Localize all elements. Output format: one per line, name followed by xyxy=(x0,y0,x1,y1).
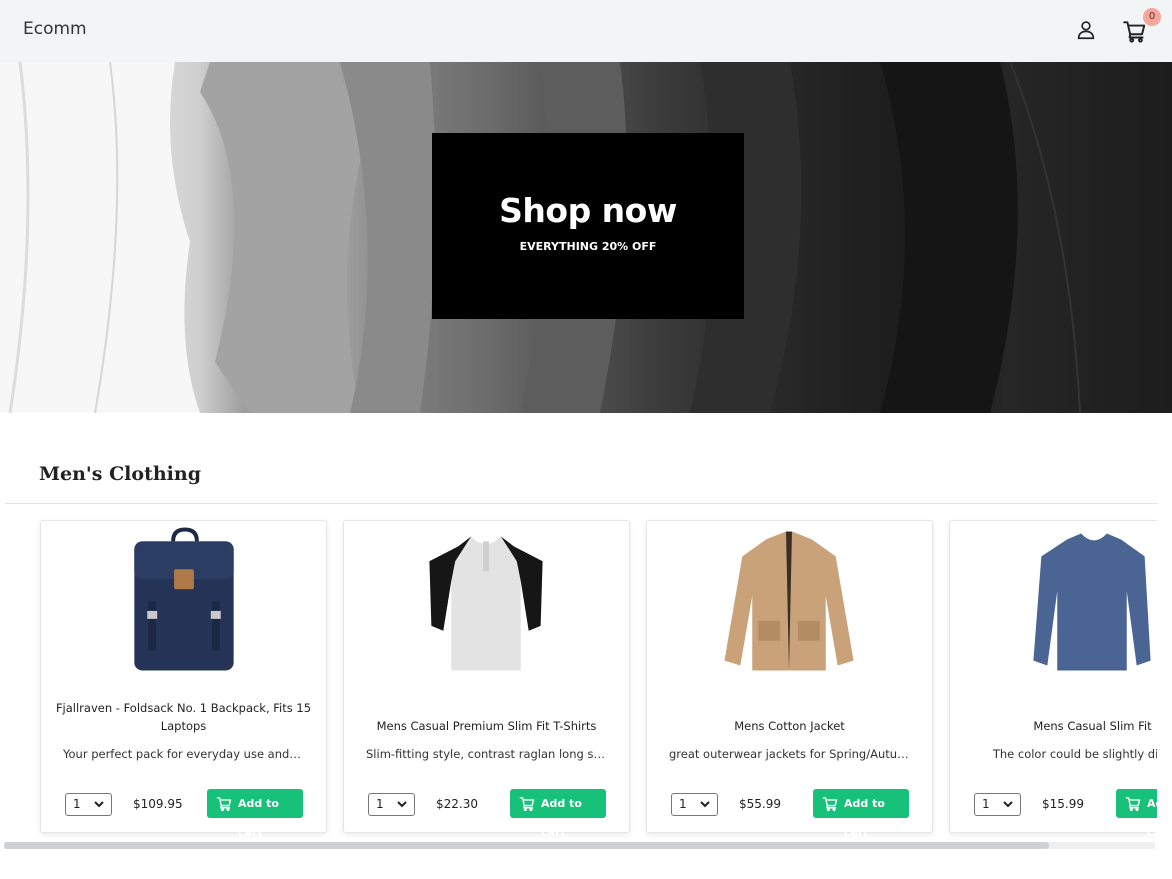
product-description: Your perfect pack for everyday use and w… xyxy=(63,747,304,761)
product-image-tshirt xyxy=(429,536,543,671)
quantity-value: 1 xyxy=(73,797,81,811)
product-description: The color could be slightly differen xyxy=(992,747,1157,761)
quantity-select[interactable]: 1 xyxy=(671,793,718,816)
quantity-select[interactable]: 1 xyxy=(974,793,1021,816)
product-card: Fjallraven - Foldsack No. 1 Backpack, Fi… xyxy=(40,520,327,839)
section-divider xyxy=(5,503,1158,504)
product-card: Mens Casual Slim Fit The color could be … xyxy=(949,520,1157,839)
hero-title: Shop now xyxy=(499,191,677,230)
product-description: Slim-fitting style, contrast raglan long… xyxy=(366,747,607,761)
product-name[interactable]: Mens Cotton Jacket xyxy=(659,717,920,735)
product-description: great outerwear jackets for Spring/Autum… xyxy=(669,747,910,761)
user-icon[interactable] xyxy=(1075,19,1097,41)
shop-now-banner[interactable]: Shop now EVERYTHING 20% OFF xyxy=(432,133,744,319)
add-to-cart-button[interactable]: Add to cart xyxy=(813,789,909,839)
product-carousel: Fjallraven - Foldsack No. 1 Backpack, Fi… xyxy=(0,505,1157,845)
add-to-cart-label: Add to cart xyxy=(238,797,279,839)
cart-icon xyxy=(216,797,232,812)
add-to-cart-button[interactable]: Add to cart xyxy=(207,789,303,839)
add-to-cart-button[interactable]: Add to cart xyxy=(510,789,606,839)
product-price: $55.99 xyxy=(739,797,781,811)
chevron-down-icon xyxy=(397,801,407,808)
add-to-cart-label: Add to cart xyxy=(1147,797,1157,839)
product-card: Mens Cotton Jacket great outerwear jacke… xyxy=(646,520,933,839)
carousel-scrollbar-thumb[interactable] xyxy=(4,842,1049,849)
product-price: $15.99 xyxy=(1042,797,1084,811)
product-image-longsleeve xyxy=(1033,533,1151,671)
brand-logo[interactable]: Ecomm xyxy=(23,19,87,39)
cart-icon xyxy=(822,797,838,812)
cart-icon xyxy=(519,797,535,812)
product-name[interactable]: Mens Casual Slim Fit xyxy=(962,717,1157,735)
add-to-cart-button[interactable]: Add to cart xyxy=(1116,789,1157,839)
cart-count-badge: 0 xyxy=(1143,8,1161,26)
hero-subtitle: EVERYTHING 20% OFF xyxy=(519,240,657,253)
product-card: Mens Casual Premium Slim Fit T-Shirts Sl… xyxy=(343,520,630,839)
add-to-cart-label: Add to cart xyxy=(844,797,885,839)
product-image-jacket xyxy=(724,531,854,671)
product-name[interactable]: Mens Casual Premium Slim Fit T-Shirts xyxy=(356,717,617,735)
chevron-down-icon xyxy=(1003,801,1013,808)
chevron-down-icon xyxy=(94,801,104,808)
product-price: $109.95 xyxy=(133,797,183,811)
product-image-backpack xyxy=(134,527,234,671)
section-title: Men's Clothing xyxy=(39,463,201,485)
quantity-value: 1 xyxy=(679,797,687,811)
cart-icon xyxy=(1125,797,1141,812)
quantity-value: 1 xyxy=(376,797,384,811)
quantity-select[interactable]: 1 xyxy=(368,793,415,816)
hero-banner: Shop now EVERYTHING 20% OFF xyxy=(0,62,1172,413)
quantity-select[interactable]: 1 xyxy=(65,793,112,816)
product-price: $22.30 xyxy=(436,797,478,811)
quantity-value: 1 xyxy=(982,797,990,811)
header: Ecomm 0 xyxy=(0,0,1172,62)
add-to-cart-label: Add to cart xyxy=(541,797,582,839)
chevron-down-icon xyxy=(700,801,710,808)
product-name[interactable]: Fjallraven - Foldsack No. 1 Backpack, Fi… xyxy=(53,699,314,735)
